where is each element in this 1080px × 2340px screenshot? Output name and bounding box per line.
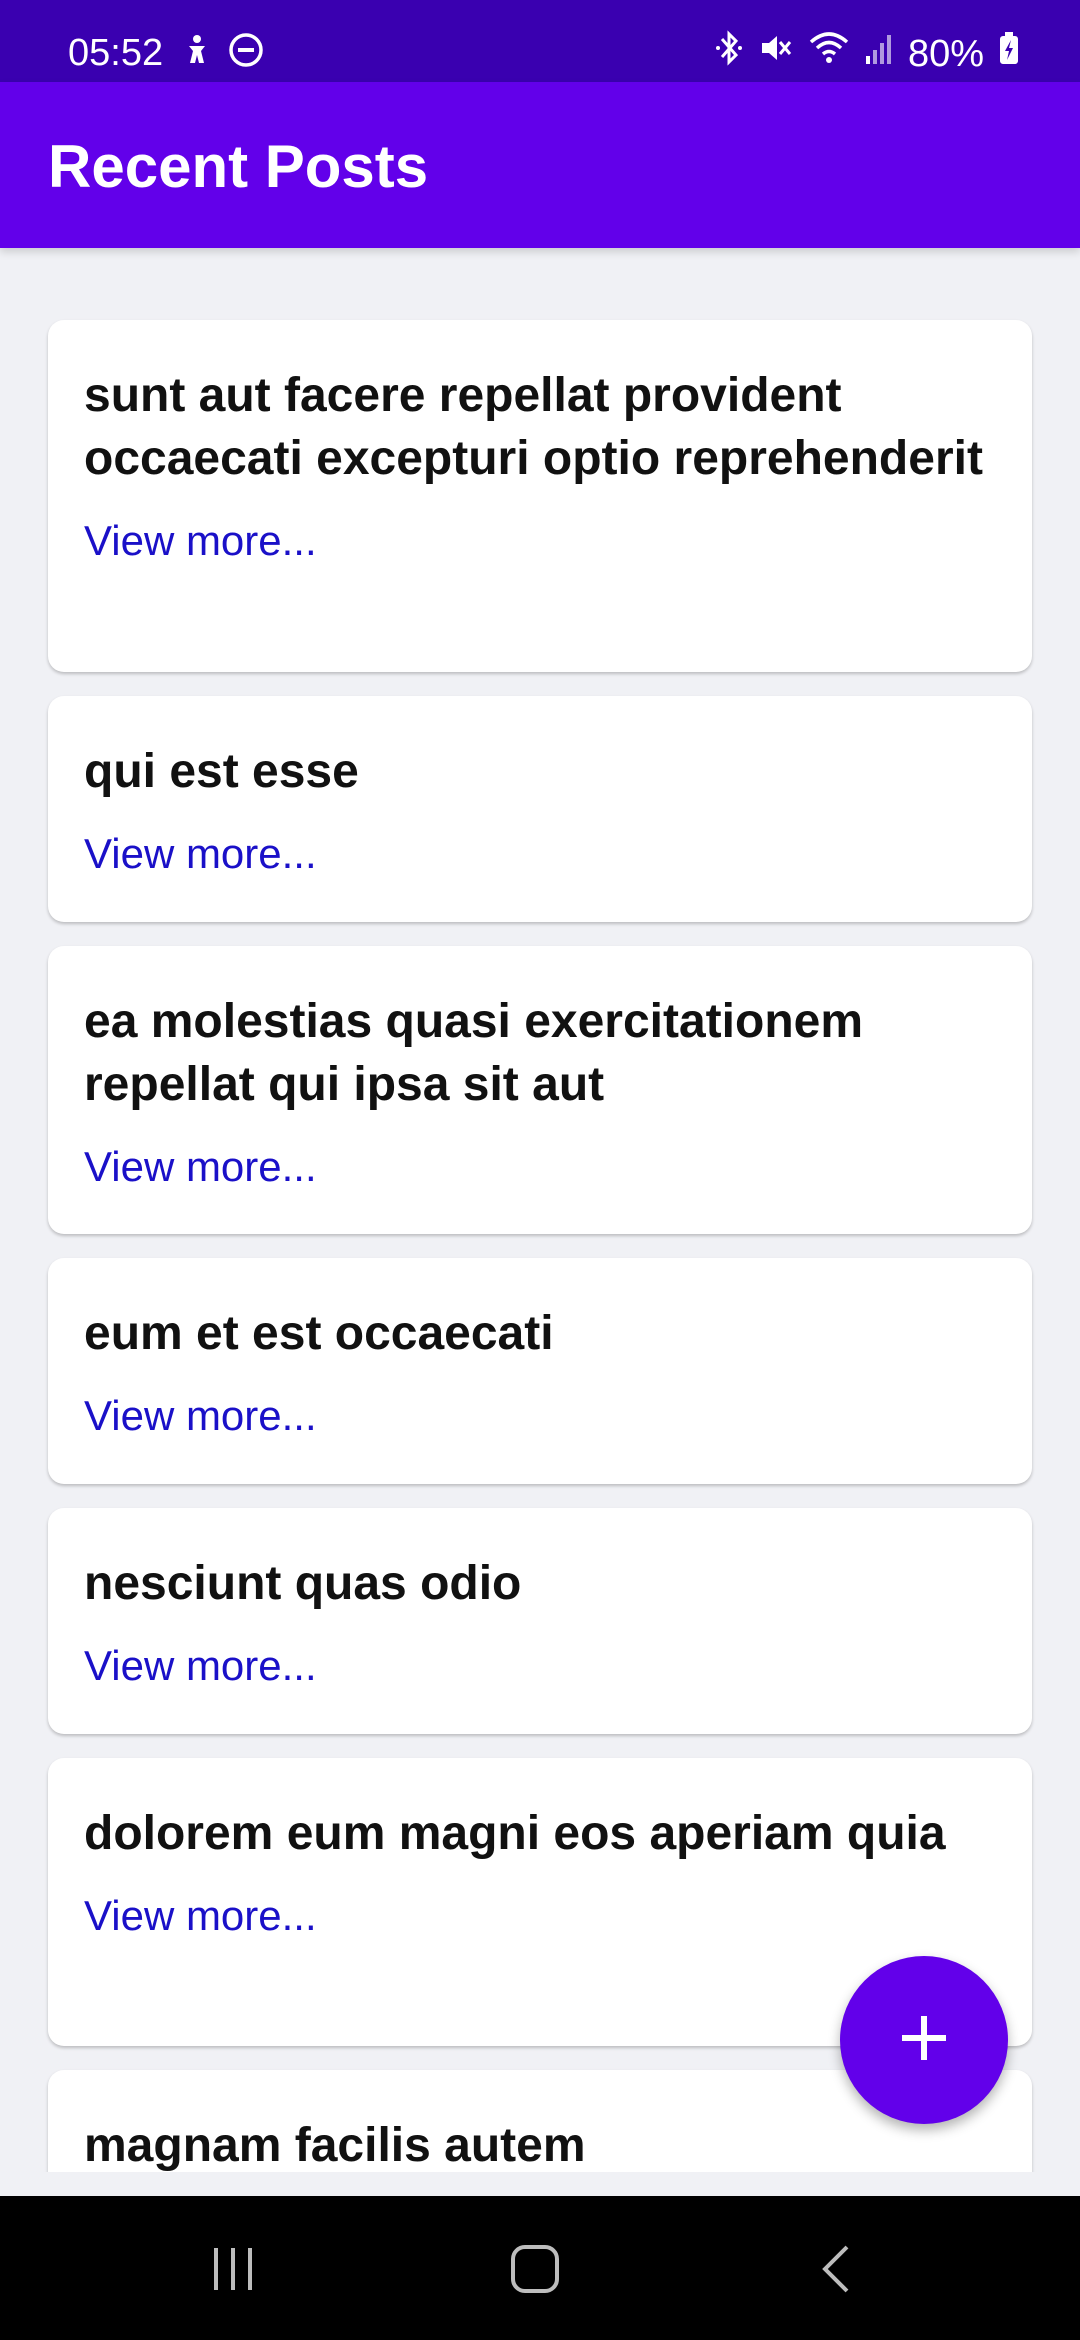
post-card[interactable]: ea molestias quasi exercitationem repell… xyxy=(48,946,1032,1234)
app-bar: Recent Posts xyxy=(0,82,1080,248)
view-more-link[interactable]: View more... xyxy=(84,1641,996,1691)
status-bar: 05:52 80% xyxy=(0,0,1080,82)
system-nav-bar xyxy=(0,2196,1080,2340)
home-icon xyxy=(509,2243,561,2300)
post-title: nesciunt quas odio xyxy=(84,1557,522,1610)
post-title: ea molestias quasi exercitationem repell… xyxy=(84,995,864,1111)
view-more-link[interactable]: View more... xyxy=(84,1142,996,1192)
recent-apps-button[interactable] xyxy=(188,2236,278,2306)
battery-charging-icon xyxy=(998,30,1020,77)
post-title: sunt aut facere repellat provident occae… xyxy=(84,369,983,485)
view-more-link[interactable]: View more... xyxy=(84,1891,996,1941)
mute-icon xyxy=(758,30,794,77)
view-more-link[interactable]: View more... xyxy=(84,829,996,879)
back-button[interactable] xyxy=(792,2236,882,2306)
page-title: Recent Posts xyxy=(48,133,429,200)
recent-apps-icon xyxy=(208,2244,258,2299)
post-title: qui est esse xyxy=(84,745,359,798)
status-right: 80% xyxy=(714,30,1020,77)
status-time: 05:52 xyxy=(68,32,164,74)
signal-icon xyxy=(864,30,894,77)
post-card[interactable]: qui est esse View more... xyxy=(48,696,1032,922)
home-button[interactable] xyxy=(490,2236,580,2306)
post-title: magnam facilis autem xyxy=(84,2119,586,2172)
view-more-link[interactable]: View more... xyxy=(84,1391,996,1441)
post-card[interactable]: sunt aut facere repellat provident occae… xyxy=(48,320,1032,672)
view-more-link[interactable]: View more... xyxy=(84,516,996,566)
back-icon xyxy=(817,2243,857,2300)
post-card[interactable]: nesciunt quas odio View more... xyxy=(48,1508,1032,1734)
add-post-button[interactable] xyxy=(840,1956,1008,2124)
accessibility-icon xyxy=(180,33,214,72)
battery-text: 80% xyxy=(907,32,984,75)
do-not-disturb-icon xyxy=(228,32,264,73)
post-list[interactable]: sunt aut facere repellat provident occae… xyxy=(0,248,1080,2172)
post-title: eum et est occaecati xyxy=(84,1307,554,1360)
post-card[interactable]: eum et est occaecati View more... xyxy=(48,1258,1032,1484)
status-left-icons xyxy=(180,32,264,73)
post-title: dolorem eum magni eos aperiam quia xyxy=(84,1807,946,1860)
plus-icon xyxy=(898,2012,950,2069)
bluetooth-icon xyxy=(714,30,744,77)
wifi-icon xyxy=(808,30,850,77)
